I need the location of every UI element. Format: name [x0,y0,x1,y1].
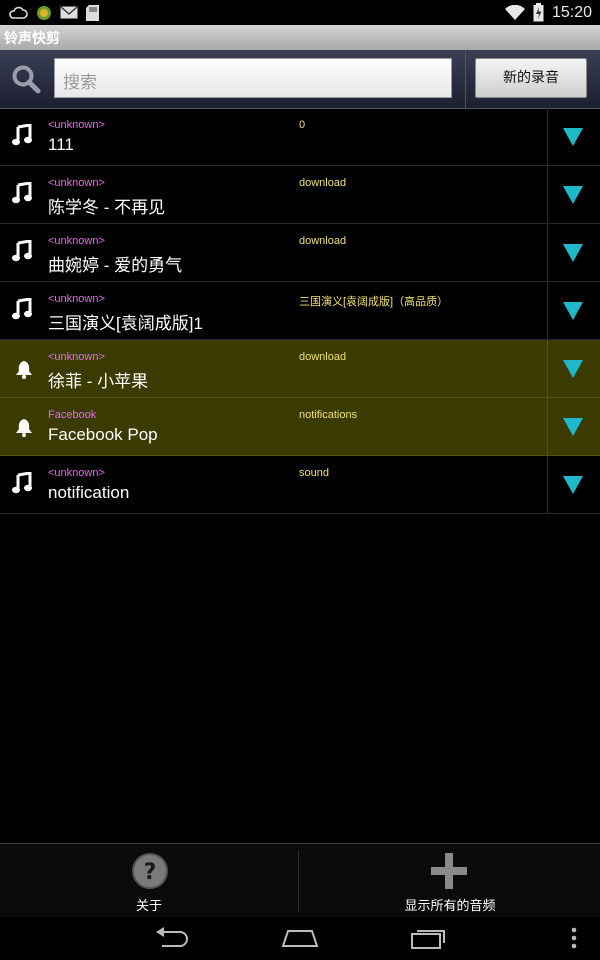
overflow-menu-icon[interactable] [571,927,577,949]
system-indicators: 15:20 [504,2,592,23]
music-note-icon [12,239,36,264]
row-menu-button[interactable] [548,398,600,455]
sd-card-icon [86,4,99,21]
bell-icon [12,356,36,380]
dropdown-arrow-icon [563,244,583,262]
search-icon[interactable] [10,63,42,95]
status-bar: 15:20 [0,0,600,25]
notification-icons [8,4,99,21]
bottom-bar-divider [298,850,299,912]
ringtone-row[interactable]: <unknown> 三国演义[袁阔成版]1 三国演义[袁阔成版]（高品质） [0,282,600,340]
app-title-bar: 铃声快剪 [0,25,600,50]
ringtone-artist: <unknown> [48,177,105,189]
row-menu-button[interactable] [548,108,600,165]
mail-icon [60,6,78,19]
app-title: 铃声快剪 [4,31,60,47]
ringtone-artist: <unknown> [48,467,105,479]
dropdown-arrow-icon [563,128,583,146]
about-label: 关于 [135,899,162,914]
new-recording-button[interactable]: 新的录音 [475,58,587,98]
ringtone-album: download [299,235,347,247]
about-button[interactable]: ? 关于 [0,844,298,918]
ringtone-artist: Facebook [48,409,97,421]
ringtone-artist: <unknown> [48,235,105,247]
app-icon [37,5,51,20]
music-note-icon [12,471,36,496]
show-all-audio-label: 显示所有的音频 [404,899,496,914]
row-menu-button[interactable] [548,340,600,397]
home-icon[interactable] [281,928,319,948]
dropdown-arrow-icon [563,476,583,494]
dropdown-arrow-icon [563,302,583,320]
ringtone-title: 111 [48,135,74,154]
help-icon: ? [132,853,168,889]
ringtone-list: <unknown> 111 0 <unknown> 陈学冬 - 不再见 down… [0,108,600,514]
battery-icon [533,3,544,22]
search-divider [465,50,466,108]
music-note-icon [12,123,36,148]
ringtone-title: notification [48,483,130,502]
ringtone-title: 徐菲 - 小苹果 [48,372,149,391]
ringtone-album: 三国演义[袁阔成版]（高品质） [299,296,449,308]
ringtone-title: 三国演义[袁阔成版]1 [48,314,203,333]
ringtone-row[interactable]: <unknown> 曲婉婷 - 爱的勇气 download [0,224,600,282]
search-input[interactable]: 搜索 [54,58,452,98]
clock: 15:20 [551,3,592,21]
dropdown-arrow-icon [563,360,583,378]
ringtone-row[interactable]: <unknown> 徐菲 - 小苹果 download [0,340,600,398]
row-menu-button[interactable] [548,456,600,513]
ringtone-title: 曲婉婷 - 爱的勇气 [48,256,183,275]
ringtone-artist: <unknown> [48,119,105,131]
music-note-icon [12,181,36,206]
ringtone-title: Facebook Pop [48,425,158,444]
ringtone-artist: <unknown> [48,351,105,363]
dropdown-arrow-icon [563,186,583,204]
svg-text:?: ? [144,860,157,885]
ringtone-row[interactable]: <unknown> notification sound [0,456,600,514]
row-menu-button[interactable] [548,166,600,223]
ringtone-row[interactable]: <unknown> 111 0 [0,108,600,166]
row-menu-button[interactable] [548,224,600,281]
plus-icon [431,853,467,889]
ringtone-artist: <unknown> [48,293,105,305]
search-bar: 搜索 新的录音 [0,50,600,109]
ringtone-row[interactable]: <unknown> 陈学冬 - 不再见 download [0,166,600,224]
ringtone-album: download [299,351,347,363]
ringtone-album: notifications [299,409,358,421]
dropdown-arrow-icon [563,418,583,436]
row-menu-button[interactable] [548,282,600,339]
ringtone-row[interactable]: Facebook Facebook Pop notifications [0,398,600,456]
bell-icon [12,414,36,438]
show-all-audio-button[interactable]: 显示所有的音频 [300,844,600,918]
ringtone-album: sound [299,467,329,479]
ringtone-title: 陈学冬 - 不再见 [48,198,166,217]
ringtone-album: download [299,177,347,189]
recent-apps-icon[interactable] [411,927,447,949]
bottom-action-bar: ? 关于 显示所有的音频 [0,843,600,918]
wifi-icon [504,4,525,20]
back-icon[interactable] [154,927,190,949]
cloud-icon [9,6,28,19]
music-note-icon [12,297,36,322]
system-nav-bar [0,917,600,960]
ringtone-album: 0 [299,119,306,131]
